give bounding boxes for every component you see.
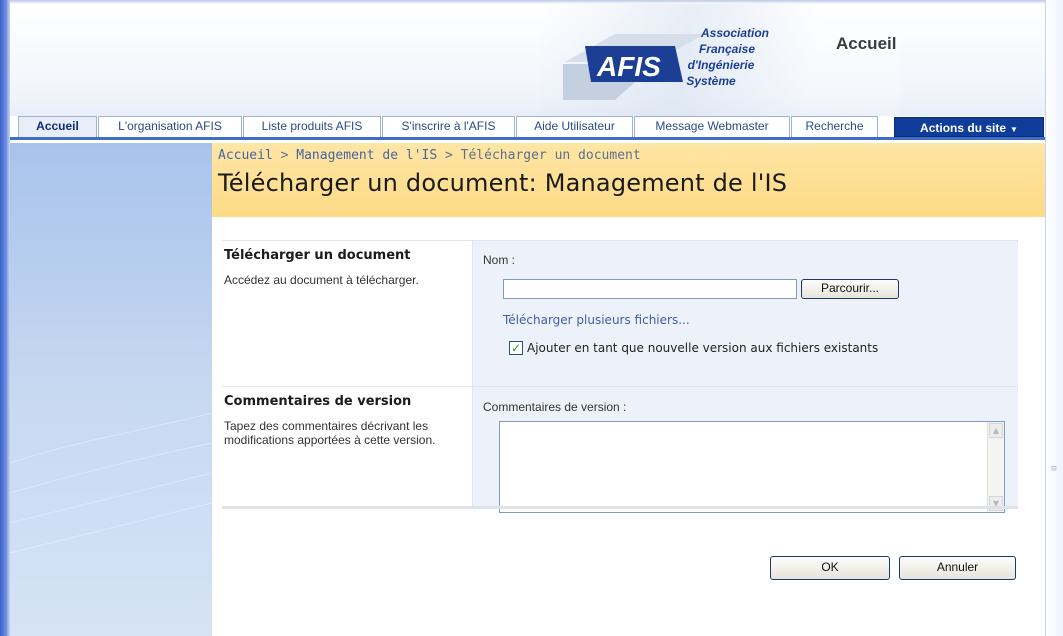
tab-organisation[interactable]: L'organisation AFIS [98, 116, 242, 137]
top-nav-bar: Accueil L'organisation AFIS Liste produi… [10, 116, 1045, 140]
tab-aide-utilisateur[interactable]: Aide Utilisateur [516, 116, 633, 137]
left-navigation [10, 143, 212, 636]
version-comments-section: Commentaires de version Tapez des commen… [222, 386, 1018, 513]
scroll-up-arrow-icon[interactable]: ▲ [989, 423, 1003, 438]
logo-abbr: AFIS [596, 51, 661, 82]
upload-section-field-column: Nom : Parcourir... Télécharger plusieurs… [472, 241, 1018, 386]
tab-recherche[interactable]: Recherche [791, 116, 878, 137]
file-path-input[interactable] [503, 279, 797, 299]
site-header: AFIS Association Française d'Ingénierie … [10, 4, 1045, 117]
new-version-checkbox[interactable]: ✓ [509, 341, 523, 355]
logo-line-2: Française [699, 42, 755, 56]
logo-line-4: Système [686, 74, 736, 88]
comments-field-label: Commentaires de version : [483, 400, 627, 414]
upload-multiple-files-link[interactable]: Télécharger plusieurs fichiers... [503, 313, 690, 327]
scroll-grip-icon: ≡ [1050, 464, 1058, 474]
comments-section-description: Tapez des commentaires décrivant les mod… [224, 419, 436, 447]
site-actions-menu[interactable]: Actions du site ▼ [894, 117, 1044, 137]
breadcrumb-separator: > [445, 148, 453, 163]
sharepoint-window: AFIS Association Française d'Ingénierie … [0, 0, 1063, 636]
left-nav-decoration [10, 412, 212, 554]
upload-section-description: Accédez au document à télécharger. [224, 273, 419, 287]
upload-section-title: Télécharger un document [224, 248, 411, 263]
upload-section-description-column: Télécharger un document Accédez au docum… [222, 241, 472, 386]
upload-section: Télécharger un document Accédez au docum… [222, 240, 1018, 386]
window-left-border [0, 0, 10, 636]
page-title-area: Accueil > Management de l'IS > Télécharg… [212, 143, 1045, 217]
breadcrumb-separator: > [280, 148, 289, 163]
page-title: Télécharger un document: Management de l… [218, 169, 788, 197]
ok-button[interactable]: OK [770, 556, 890, 580]
new-version-checkbox-label[interactable]: Ajouter en tant que nouvelle version aux… [527, 341, 878, 355]
site-actions-label: Actions du site [920, 121, 1007, 135]
logo-line-3: d'Ingénierie [688, 58, 755, 72]
textarea-scrollbar[interactable]: ▲ ▼ [987, 422, 1004, 512]
tab-liste-produits[interactable]: Liste produits AFIS [243, 116, 381, 137]
comments-section-description-column: Commentaires de version Tapez des commen… [222, 387, 472, 506]
breadcrumb-item-management[interactable]: Management de l'IS [296, 148, 437, 163]
comments-section-title: Commentaires de version [224, 394, 412, 409]
window-scrollbar[interactable]: ≡ [1045, 0, 1063, 636]
form-separator [222, 506, 1018, 509]
breadcrumb: Accueil > Management de l'IS > Télécharg… [218, 148, 641, 163]
breadcrumb-item-accueil[interactable]: Accueil [218, 148, 273, 163]
browse-button[interactable]: Parcourir... [801, 279, 899, 299]
version-comments-textarea[interactable]: ▲ ▼ [499, 421, 1005, 513]
logo-line-1: Association [700, 26, 769, 40]
tab-accueil[interactable]: Accueil [18, 116, 97, 137]
breadcrumb-item-current: Télécharger un document [460, 148, 641, 163]
check-icon: ✓ [510, 341, 522, 355]
caret-down-icon: ▼ [1010, 125, 1018, 134]
afis-logo[interactable]: AFIS Association Française d'Ingénierie … [555, 24, 785, 106]
cancel-button[interactable]: Annuler [899, 556, 1016, 580]
name-field-label: Nom : [483, 253, 516, 267]
tab-message-webmaster[interactable]: Message Webmaster [634, 116, 790, 137]
site-title: Accueil [836, 34, 897, 53]
comments-section-field-column: Commentaires de version : ▲ ▼ [472, 387, 1018, 513]
tab-inscrire[interactable]: S'inscrire à l'AFIS [382, 116, 515, 137]
